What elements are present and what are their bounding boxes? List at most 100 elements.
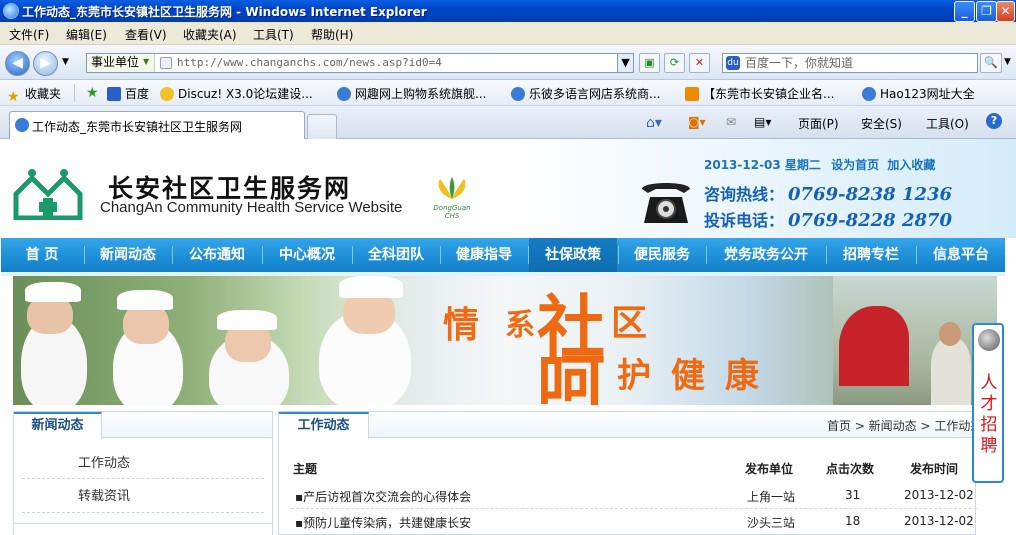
news-date: 2013-12-02	[904, 488, 974, 502]
baidu-icon: du	[726, 56, 740, 70]
nav-recruitment[interactable]: 招聘专栏	[827, 238, 915, 272]
new-tab-button[interactable]	[307, 114, 337, 139]
window-title-bar: 工作动态_东莞市长安镇社区卫生服务网 - Windows Internet Ex…	[0, 0, 1016, 22]
nav-notices[interactable]: 公布通知	[173, 238, 261, 272]
tab-current[interactable]: 工作动态_东莞市长安镇社区卫生服务网	[9, 111, 305, 139]
history-dropdown-icon[interactable]: ▼	[62, 57, 69, 67]
safety-menu[interactable]: 安全(S)	[861, 115, 902, 132]
close-button[interactable]: ✕	[996, 1, 1015, 22]
main-nav: 首 页 新闻动态 公布通知 中心概况 全科团队 健康指导 社保政策 便民服务 党…	[1, 238, 1005, 272]
nurse-cap	[25, 282, 81, 302]
table-row: ▪产后访视首次交流会的心得体会 上角一站 31 2013-12-02	[279, 482, 975, 508]
help-icon[interactable]: ?	[986, 113, 1002, 129]
person-figure	[931, 338, 971, 405]
recruit-text: 人才招聘	[980, 373, 998, 456]
fav-item-baidu[interactable]: 百度	[107, 85, 149, 102]
home-icon[interactable]: ⌂▾	[646, 115, 662, 131]
fav-item-lebi[interactable]: 乐彼多语言网店系统商...	[511, 85, 660, 102]
news-date: 2013-12-02	[904, 514, 974, 528]
news-list-panel: 工作动态 首页 > 新闻动态 > 工作动态 主题 发布单位 点击次数 发布时间 …	[278, 411, 982, 535]
hotline-number: 0769-8238 1236	[788, 184, 953, 205]
fav-item-wangqu[interactable]: 网趣网上购物系统旗舰...	[337, 85, 486, 102]
add-favorite-icon[interactable]: ★	[86, 85, 99, 101]
recruit-float-widget[interactable]: 人才招聘	[972, 323, 1004, 483]
menu-tools[interactable]: 工具(T)	[253, 26, 294, 43]
menu-view[interactable]: 查看(V)	[125, 26, 167, 43]
baidu-fav-icon	[107, 87, 121, 101]
88-fav-icon	[685, 87, 699, 101]
fav-item-changan-enterprise[interactable]: 【东莞市长安镇企业名...	[685, 85, 834, 102]
add-favorite-link[interactable]: 加入收藏	[887, 158, 935, 172]
sidebar-title: 新闻动态	[14, 412, 102, 439]
nav-center-overview[interactable]: 中心概况	[263, 238, 351, 272]
person-icon	[978, 329, 1000, 351]
slogan-char: 健	[671, 356, 705, 396]
nav-info-platform[interactable]: 信息平台	[917, 238, 1005, 272]
menu-favorites[interactable]: 收藏夹(A)	[183, 26, 237, 43]
nav-general-team[interactable]: 全科团队	[353, 238, 439, 272]
forward-button[interactable]: ▶	[33, 51, 58, 76]
address-bar[interactable]: 事业单位 ▼ http://www.changanchs.com/news.as…	[86, 53, 634, 73]
menu-help[interactable]: 帮助(H)	[311, 26, 353, 43]
set-homepage-link[interactable]: 设为首页	[831, 158, 879, 172]
search-options-icon[interactable]: ▼	[1004, 57, 1011, 67]
table-row: ▪预防儿童传染病，共建健康长安 沙头三站 18 2013-12-02	[279, 509, 975, 535]
news-unit: 沙头三站	[747, 516, 796, 530]
fav-item-discuz[interactable]: Discuz! X3.0论坛建设...	[160, 85, 313, 102]
category-dropdown-icon[interactable]: ▼	[143, 57, 149, 66]
nurse-cap	[117, 290, 173, 310]
discuz-fav-icon	[160, 87, 174, 101]
refresh-icon[interactable]: ⟳	[664, 53, 685, 73]
nav-health-guide[interactable]: 健康指导	[441, 238, 527, 272]
ie-page-icon	[862, 87, 876, 101]
nav-home[interactable]: 首 页	[1, 238, 83, 272]
complaint-number: 0769-8228 2870	[788, 210, 953, 231]
news-link[interactable]: ▪产后访视首次交流会的心得体会	[295, 488, 471, 505]
star-icon: ★	[7, 89, 20, 105]
page-menu[interactable]: 页面(P)	[798, 115, 839, 132]
maximize-button[interactable]: ❐	[976, 1, 997, 22]
site-name-en: ChangAn Community Health Service Website	[100, 199, 403, 216]
favorites-divider	[74, 84, 75, 102]
menu-edit[interactable]: 编辑(E)	[66, 26, 107, 43]
col-header-subject: 主题	[293, 462, 318, 476]
sidebar-item-reprint-news[interactable]: 转载资讯	[78, 485, 130, 504]
sidebar-divider	[22, 512, 264, 513]
favorites-button[interactable]: ★ 收藏夹	[7, 85, 61, 104]
complaint-label: 投诉电话：	[704, 211, 785, 230]
telephone-icon	[642, 183, 690, 223]
web-page: 长安社区卫生服务网 ChangAn Community Health Servi…	[0, 139, 1016, 535]
nav-news[interactable]: 新闻动态	[85, 238, 171, 272]
window-title: 工作动态_东莞市长安镇社区卫生服务网 - Windows Internet Ex…	[22, 5, 427, 19]
print-icon[interactable]: ▤▾	[754, 115, 771, 129]
address-url[interactable]: http://www.changanchs.com/news.asp?id0=4	[177, 56, 442, 69]
tools-menu[interactable]: 工具(O)	[926, 115, 969, 132]
minimize-button[interactable]: _	[954, 1, 975, 22]
search-button[interactable]: 🔍	[980, 53, 1002, 73]
slogan-char-big: 呵	[537, 346, 606, 405]
search-input[interactable]: du 百度一下，你就知道	[722, 53, 978, 73]
slogan-char: 系	[505, 308, 535, 343]
fav-item-hao123[interactable]: Hao123网址大全	[862, 85, 975, 102]
ie-page-icon	[511, 87, 525, 101]
back-button[interactable]: ◀	[5, 51, 30, 76]
menu-file[interactable]: 文件(F)	[9, 26, 49, 43]
nav-convenience[interactable]: 便民服务	[619, 238, 705, 272]
rss-icon[interactable]: ◙▾	[688, 115, 706, 129]
sidebar-item-work-news[interactable]: 工作动态	[78, 452, 130, 471]
nav-party-affairs[interactable]: 党务政务公开	[707, 238, 825, 272]
slogan-char: 区	[611, 302, 648, 344]
slogan-char: 康	[725, 356, 759, 396]
news-clicks: 31	[845, 488, 861, 502]
ie-logo-icon	[3, 3, 19, 19]
nav-social-security[interactable]: 社保政策	[529, 238, 617, 272]
news-link[interactable]: ▪预防儿童传染病，共建健康长安	[295, 514, 471, 531]
address-dropdown-icon[interactable]: ▼	[617, 53, 634, 73]
news-sidebar: 新闻动态 工作动态 转载资讯	[13, 411, 273, 535]
mail-icon[interactable]: ✉	[726, 115, 736, 129]
stop-icon[interactable]: ✕	[689, 53, 710, 73]
sidebar-header: 新闻动态	[14, 412, 272, 439]
compat-view-icon[interactable]: ▣	[639, 53, 660, 73]
ie-page-icon	[337, 87, 351, 101]
panel-header: 工作动态 首页 > 新闻动态 > 工作动态	[279, 412, 982, 439]
